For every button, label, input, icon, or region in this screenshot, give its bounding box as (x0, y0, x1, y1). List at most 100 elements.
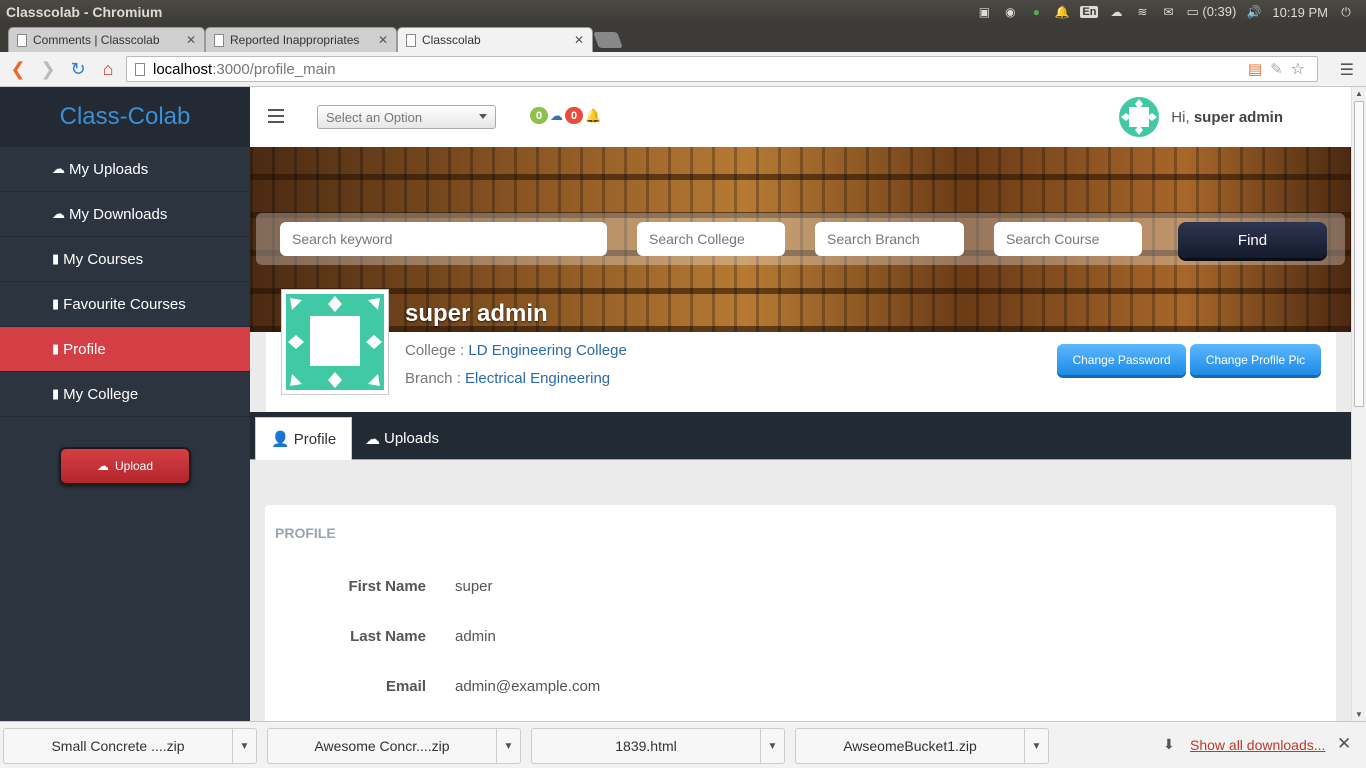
sidebar-item-my-downloads[interactable]: ☁ My Downloads (0, 192, 250, 237)
scroll-down-arrow-icon[interactable]: ▼ (1355, 710, 1363, 719)
chevron-down-icon[interactable]: ▼ (760, 729, 784, 763)
close-tab-icon[interactable]: ✕ (378, 33, 388, 47)
branch-line: Branch : Electrical Engineering (405, 370, 610, 387)
page-icon (135, 62, 145, 76)
book-icon: ▮ (52, 341, 60, 356)
sidebar-item-favourite-courses[interactable]: ▮ Favourite Courses (0, 282, 250, 327)
address-bar[interactable]: localhost:3000/profile_main ▤ ✎ ☆ (126, 56, 1318, 82)
brand-logo[interactable]: Class-Colab (0, 87, 250, 147)
chevron-down-icon[interactable]: ▼ (232, 729, 256, 763)
sidebar-item-label: Profile (63, 340, 106, 358)
college-link[interactable]: LD Engineering College (468, 342, 626, 359)
find-button[interactable]: Find (1178, 222, 1327, 258)
chromium-icon[interactable]: ◉ (1002, 4, 1018, 20)
close-tab-icon[interactable]: ✕ (186, 33, 196, 47)
branch-link[interactable]: Electrical Engineering (465, 370, 610, 387)
greeting-text: Hi, (1171, 108, 1190, 126)
panel-title: PROFILE (275, 525, 336, 541)
reload-button[interactable]: ↻ (66, 57, 90, 81)
sidebar-item-my-uploads[interactable]: ☁ My Uploads (0, 147, 250, 192)
cloud-download-icon: ☁ (52, 206, 65, 221)
chevron-down-icon[interactable]: ▼ (496, 729, 520, 763)
search-keyword-input[interactable]: Search keyword (280, 222, 607, 256)
home-button[interactable]: ⌂ (96, 57, 120, 81)
cloud-upload-icon: ☁ (365, 430, 380, 448)
scrollbar-thumb[interactable] (1354, 101, 1364, 407)
field-label: First Name (348, 578, 426, 595)
select-value: Select an Option (326, 109, 423, 125)
search-course-input[interactable]: Search Course (994, 222, 1142, 256)
clock[interactable]: 10:19 PM (1272, 5, 1328, 20)
tab-profile[interactable]: 👤 Profile (255, 417, 353, 460)
power-icon[interactable]: ⏻ (1338, 4, 1354, 20)
change-password-button[interactable]: Change Password (1057, 344, 1186, 375)
username: super admin (1193, 108, 1283, 126)
volume-icon[interactable]: 🔊 (1246, 4, 1262, 20)
profile-name: super admin (405, 300, 548, 327)
page-scrollbar[interactable]: ▲ ▼ (1351, 87, 1366, 721)
bookmark-star-icon[interactable]: ☆ (1291, 59, 1305, 79)
os-top-bar: Classcolab - Chromium ▣ ◉ ● 🔔 En ☁ ≋ ✉ ▭… (0, 0, 1366, 24)
leaf-icon[interactable]: ● (1028, 4, 1044, 20)
sidebar: Class-Colab ☁ My Uploads ☁ My Downloads ▮ M… (0, 87, 250, 721)
url-host: localhost (153, 60, 213, 78)
scroll-up-arrow-icon[interactable]: ▲ (1355, 89, 1363, 98)
cloud-download-icon[interactable]: ☁ (550, 108, 563, 124)
bell-icon[interactable]: 🔔 (585, 108, 601, 124)
chevron-down-icon (479, 114, 487, 119)
sidebar-item-profile[interactable]: ▮ Profile (0, 327, 250, 372)
close-tab-icon[interactable]: ✕ (574, 33, 584, 47)
search-college-input[interactable]: Search College (637, 222, 785, 256)
search-branch-input[interactable]: Search Branch (815, 222, 964, 256)
close-icon[interactable]: ✕ (1337, 734, 1351, 754)
download-item[interactable]: 1839.html ▼ (531, 728, 785, 764)
battery-status[interactable]: ▭ (0:39) (1186, 4, 1236, 20)
browser-tab-classcolab[interactable]: Classcolab ✕ (397, 27, 593, 52)
download-item[interactable]: Awesome Concr....zip ▼ (267, 728, 521, 764)
forward-button[interactable]: ❯ (36, 57, 60, 81)
change-profile-pic-button[interactable]: Change Profile Pic (1190, 344, 1321, 375)
notification-badges: 0 ☁ 0 🔔 (530, 107, 601, 124)
sidebar-item-my-courses[interactable]: ▮ My Courses (0, 237, 250, 282)
clipboard-icon[interactable]: ▣ (976, 4, 992, 20)
bell-icon[interactable]: 🔔 (1054, 4, 1070, 20)
option-select[interactable]: Select an Option (317, 105, 496, 129)
tab-uploads[interactable]: ☁ Uploads (350, 417, 454, 460)
url-path: :3000/profile_main (212, 60, 336, 78)
college-label: College : (405, 342, 465, 359)
pencil-icon[interactable]: ✎ (1270, 60, 1283, 78)
field-value: super (455, 578, 493, 595)
cloud-icon[interactable]: ☁ (1108, 4, 1124, 20)
uploads-count-badge[interactable]: 0 (530, 107, 548, 124)
system-tray: ▣ ◉ ● 🔔 En ☁ ≋ ✉ ▭ (0:39) 🔊 10:19 PM ⏻ (976, 4, 1366, 20)
back-button[interactable]: ❮ (6, 57, 30, 81)
browser-tab-reported[interactable]: Reported Inappropriates ✕ (205, 27, 397, 52)
download-name: AwseomeBucket1.zip (843, 738, 977, 754)
field-value: admin@example.com (455, 678, 601, 695)
field-value: admin (455, 628, 496, 645)
browser-tab-comments[interactable]: Comments | Classcolab ✕ (8, 27, 205, 52)
extension-icon[interactable]: ▤ (1248, 60, 1262, 78)
sidebar-item-my-college[interactable]: ▮ My College (0, 372, 250, 417)
keyboard-lang[interactable]: En (1080, 6, 1099, 18)
top-navbar: Select an Option 0 ☁ 0 🔔 Hi, super admin (250, 87, 1351, 147)
wifi-icon[interactable]: ≋ (1134, 4, 1150, 20)
download-item[interactable]: Small Concrete ....zip ▼ (3, 728, 257, 764)
upload-wrap: ☁ Upload (0, 417, 250, 485)
chevron-down-icon[interactable]: ▼ (1024, 729, 1048, 763)
mail-icon[interactable]: ✉ (1160, 4, 1176, 20)
battery-icon: ▭ (1186, 4, 1199, 19)
show-all-downloads-link[interactable]: Show all downloads... (1190, 737, 1325, 753)
new-tab-button[interactable] (593, 32, 623, 48)
hamburger-menu-icon[interactable] (268, 109, 284, 123)
user-menu[interactable]: Hi, super admin (1119, 97, 1283, 137)
branch-label: Branch : (405, 370, 461, 387)
browser-menu-icon[interactable]: ☰ (1340, 60, 1354, 80)
window-title: Classcolab - Chromium (6, 4, 163, 20)
upload-button[interactable]: ☁ Upload (59, 447, 191, 485)
download-item[interactable]: AwseomeBucket1.zip ▼ (795, 728, 1049, 764)
notification-count-badge[interactable]: 0 (565, 107, 583, 124)
search-bar: Search keyword Search College Search Bra… (256, 213, 1345, 265)
download-name: Awesome Concr....zip (314, 738, 450, 754)
sidebar-item-label: My College (63, 385, 139, 403)
